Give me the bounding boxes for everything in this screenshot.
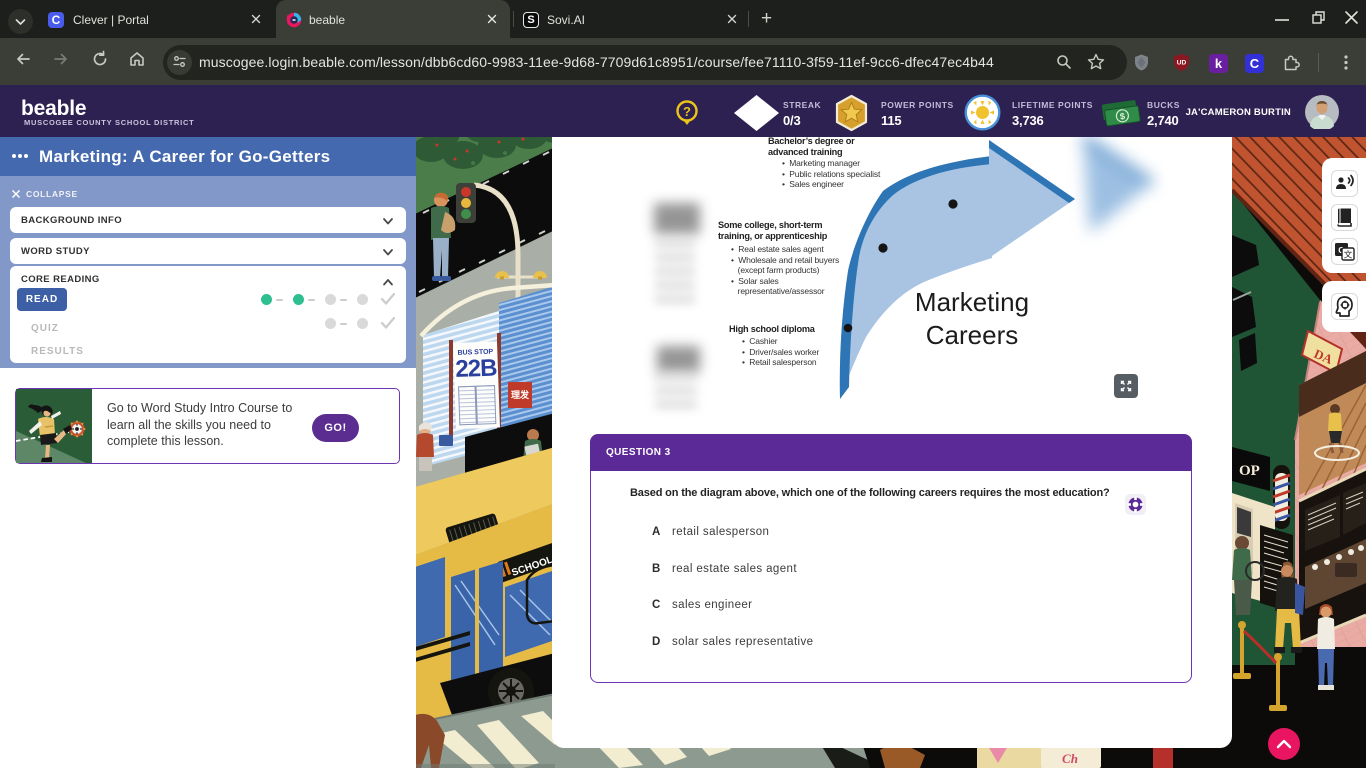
svg-text:OP: OP <box>1239 463 1260 479</box>
svg-text:理发: 理发 <box>511 389 530 400</box>
svg-text:文: 文 <box>1344 250 1353 260</box>
svg-text:?: ? <box>683 104 691 119</box>
svg-text:UD: UD <box>1177 60 1187 67</box>
svg-text:Ch: Ch <box>1062 751 1078 766</box>
svg-text:22B: 22B <box>455 354 498 382</box>
